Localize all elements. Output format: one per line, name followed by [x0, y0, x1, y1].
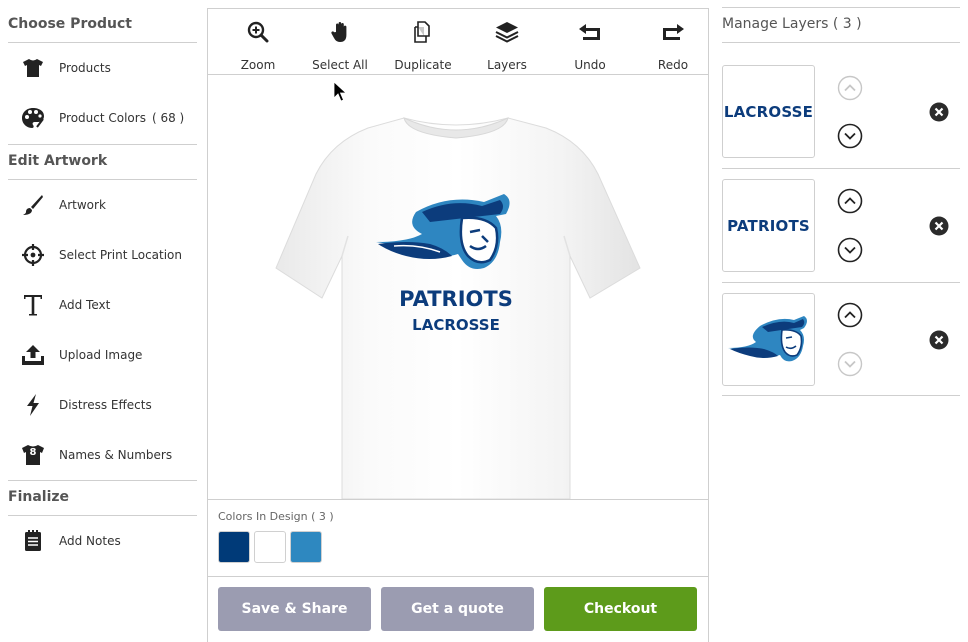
- jersey-number: 8: [29, 447, 37, 458]
- divider: [8, 480, 197, 481]
- checkout-button[interactable]: Checkout: [544, 587, 697, 631]
- select-all-button[interactable]: Select All: [299, 9, 381, 75]
- section-title-edit-artwork: Edit Artwork: [8, 153, 108, 169]
- sidebar-item-label: Distress Effects: [59, 398, 152, 412]
- text-icon: [18, 290, 48, 320]
- sidebar-item-artwork[interactable]: Artwork: [8, 185, 197, 225]
- duplicate-button[interactable]: Duplicate: [382, 9, 464, 75]
- colors-in-design-panel: Colors In Design ( 3 ): [208, 499, 708, 577]
- product-colors-count: ( 68 ): [151, 111, 185, 125]
- design-text-lacrosse: LACROSSE: [412, 316, 500, 334]
- manage-layers-panel: Manage Layers ( 3 ) LACROSSE PATRIOTS: [720, 0, 968, 642]
- tool-label: Duplicate: [394, 58, 452, 72]
- layer-thumbnail-text: LACROSSE: [723, 102, 814, 121]
- zoom-button[interactable]: Zoom: [217, 9, 299, 75]
- tool-label: Undo: [574, 58, 606, 72]
- delete-layer-button[interactable]: [929, 216, 949, 236]
- sidebar-item-label: Names & Numbers: [59, 448, 173, 462]
- layer-thumbnail[interactable]: LACROSSE: [722, 65, 815, 158]
- design-text-patriots: PATRIOTS: [399, 287, 513, 311]
- divider: [722, 42, 960, 43]
- duplicate-icon: [410, 19, 436, 45]
- delete-layer-button[interactable]: [929, 102, 949, 122]
- move-layer-up-button[interactable]: [837, 75, 863, 101]
- sidebar-item-label: Add Text: [59, 298, 111, 312]
- layers-button[interactable]: Layers: [466, 9, 548, 75]
- sidebar-item-label: Select Print Location: [59, 248, 183, 262]
- crosshair-icon: [18, 240, 48, 270]
- sidebar-item-label: Add Notes: [59, 534, 121, 548]
- undo-button[interactable]: Undo: [549, 9, 631, 75]
- sidebar-item-upload-image[interactable]: Upload Image: [8, 335, 197, 375]
- tool-label: Redo: [657, 58, 689, 72]
- layer-thumbnail-text: PATRIOTS: [727, 216, 810, 235]
- get-quote-button[interactable]: Get a quote: [381, 587, 534, 631]
- redo-icon: [660, 19, 686, 45]
- mascot-thumbnail-image: [727, 315, 807, 361]
- design-canvas[interactable]: PATRIOTS LACROSSE: [208, 76, 708, 499]
- divider: [722, 7, 960, 8]
- layer-thumbnail[interactable]: [722, 293, 815, 386]
- move-layer-down-button[interactable]: [837, 123, 863, 149]
- zoom-in-icon: [245, 19, 271, 45]
- divider: [8, 515, 197, 516]
- section-title-finalize: Finalize: [8, 489, 70, 505]
- design-workspace: Zoom Select All Duplicate Layers Undo Re…: [207, 8, 709, 642]
- divider: [8, 144, 197, 145]
- undo-icon: [577, 19, 603, 45]
- divider: [722, 168, 960, 169]
- left-sidebar: Choose Product Products Product Colors (…: [0, 0, 206, 642]
- sidebar-item-label: Artwork: [59, 198, 106, 212]
- jersey-number-icon: 8: [18, 440, 48, 470]
- section-title-choose-product: Choose Product: [8, 16, 132, 32]
- move-layer-up-button[interactable]: [837, 302, 863, 328]
- notepad-icon: [18, 526, 48, 556]
- sidebar-item-names-numbers[interactable]: 8 Names & Numbers: [8, 435, 197, 475]
- divider: [722, 395, 960, 396]
- lightning-icon: [18, 390, 48, 420]
- sidebar-item-select-print-location[interactable]: Select Print Location: [8, 235, 197, 275]
- manage-layers-title: Manage Layers ( 3 ): [722, 16, 862, 32]
- layer-thumbnail[interactable]: PATRIOTS: [722, 179, 815, 272]
- tool-label: Layers: [487, 58, 527, 72]
- color-swatch-white[interactable]: [254, 531, 286, 563]
- mouse-cursor-icon: [333, 81, 348, 102]
- color-swatch-blue[interactable]: [290, 531, 322, 563]
- divider: [722, 282, 960, 283]
- move-layer-up-button[interactable]: [837, 188, 863, 214]
- sidebar-item-add-text[interactable]: Add Text: [8, 285, 197, 325]
- layers-icon: [494, 19, 520, 45]
- colors-in-design-title: Colors In Design ( 3 ): [218, 510, 334, 523]
- color-swatch-navy[interactable]: [218, 531, 250, 563]
- upload-icon: [18, 340, 48, 370]
- tool-label: Zoom: [240, 58, 276, 72]
- divider: [8, 42, 197, 43]
- toolbar: Zoom Select All Duplicate Layers Undo Re…: [208, 9, 708, 75]
- tshirt-mockup: PATRIOTS LACROSSE: [275, 81, 641, 499]
- sidebar-item-products[interactable]: Products: [8, 48, 197, 88]
- palette-icon: [18, 103, 48, 133]
- sidebar-item-label: Products: [59, 61, 111, 75]
- redo-button[interactable]: Redo: [632, 9, 714, 75]
- sidebar-item-product-colors[interactable]: Product Colors ( 68 ): [8, 98, 197, 138]
- tshirt-icon: [18, 53, 48, 83]
- sidebar-item-distress-effects[interactable]: Distress Effects: [8, 385, 197, 425]
- save-share-button[interactable]: Save & Share: [218, 587, 371, 631]
- hand-icon: [327, 19, 353, 45]
- delete-layer-button[interactable]: [929, 330, 949, 350]
- move-layer-down-button[interactable]: [837, 237, 863, 263]
- divider: [8, 179, 197, 180]
- brush-icon: [18, 190, 48, 220]
- move-layer-down-button[interactable]: [837, 351, 863, 377]
- sidebar-item-label: Upload Image: [59, 348, 143, 362]
- tool-label: Select All: [312, 58, 368, 72]
- sidebar-item-add-notes[interactable]: Add Notes: [8, 521, 197, 561]
- sidebar-item-label: Product Colors: [59, 111, 146, 125]
